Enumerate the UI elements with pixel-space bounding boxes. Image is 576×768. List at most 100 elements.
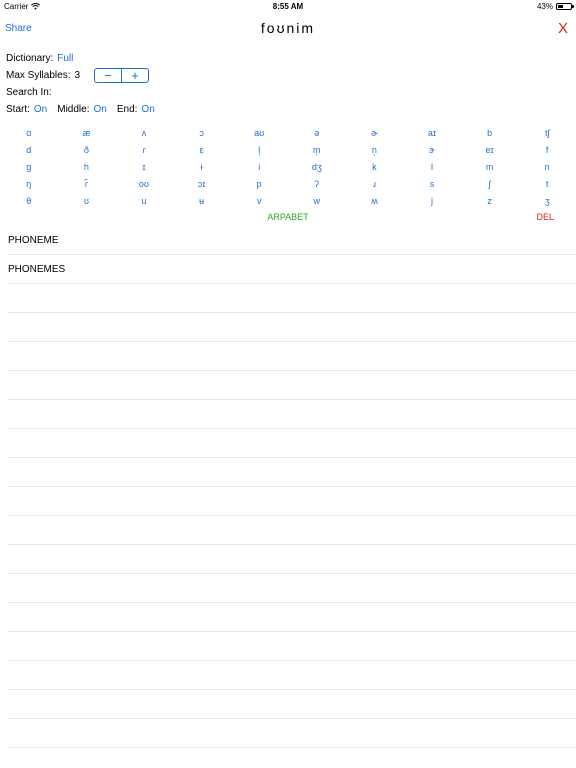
phoneme-key[interactable]: z (461, 196, 519, 206)
start-toggle[interactable]: On (34, 104, 47, 115)
result-row[interactable] (8, 574, 576, 603)
result-row[interactable] (8, 516, 576, 545)
phoneme-key[interactable]: ʌ (115, 128, 173, 138)
result-row[interactable] (8, 458, 576, 487)
result-word: PHONEME (8, 234, 59, 246)
phoneme-key[interactable]: dʒ (288, 162, 346, 172)
result-row[interactable] (8, 429, 576, 458)
phoneme-key[interactable]: ɨ (173, 162, 231, 172)
phoneme-key[interactable]: ə (288, 128, 346, 138)
status-bar: Carrier 8:55 AM 43% (0, 0, 576, 14)
phoneme-key[interactable]: v (230, 196, 288, 206)
phoneme-key[interactable]: n̩ (346, 145, 404, 155)
phoneme-key[interactable]: d (0, 145, 58, 155)
phoneme-key[interactable]: ʍ (346, 196, 404, 206)
result-row[interactable] (8, 400, 576, 429)
phoneme-key[interactable]: p (230, 179, 288, 189)
dictionary-selector[interactable]: Full (57, 53, 73, 64)
middle-toggle[interactable]: On (94, 104, 107, 115)
phoneme-key[interactable]: l (403, 162, 461, 172)
dictionary-row: Dictionary: Full (6, 50, 155, 67)
phoneme-key[interactable]: n (518, 162, 576, 172)
phoneme-key[interactable]: ŋ (0, 179, 58, 189)
result-row[interactable] (8, 719, 576, 748)
phoneme-key[interactable]: ʉ (173, 196, 231, 206)
phoneme-key[interactable]: ɛ (173, 145, 231, 155)
phoneme-key[interactable]: b (461, 128, 519, 138)
result-row[interactable] (8, 690, 576, 719)
result-row[interactable] (8, 371, 576, 400)
phoneme-key[interactable]: ɪ (115, 162, 173, 172)
result-row[interactable] (8, 342, 576, 371)
phoneme-key[interactable]: ɑ (0, 128, 58, 138)
result-row[interactable] (8, 661, 576, 690)
phoneme-key[interactable]: l̩ (230, 145, 288, 155)
phoneme-key-row: g h ɪ ɨ i dʒ k l m n (0, 158, 576, 175)
phoneme-keyboard: ɑ æ ʌ ɔ aʊ ə ɚ aɪ b tʃ d ð ɾ ɛ l̩ m̩ n̩ ɝ eɪ f g h ɪ ɨ i dʒ k l m n ŋ ɾ… (0, 124, 576, 226)
phoneme-key[interactable]: u (115, 196, 173, 206)
end-label: End: (116, 104, 138, 115)
phoneme-key[interactable]: tʃ (518, 128, 576, 138)
status-right: 43% (537, 2, 574, 11)
result-row[interactable] (8, 487, 576, 516)
arpabet-button[interactable]: ARPABET (0, 212, 576, 222)
phoneme-key-rows: ɑ æ ʌ ɔ aʊ ə ɚ aɪ b tʃ d ð ɾ ɛ l̩ m̩ n̩ ɝ eɪ f g h ɪ ɨ i dʒ k l m n ŋ ɾ… (0, 124, 576, 209)
search-settings: Dictionary: Full Max Syllables: 3 − + Se… (6, 50, 155, 118)
phoneme-key[interactable]: aʊ (230, 128, 288, 138)
increment-button[interactable]: + (122, 68, 148, 83)
phoneme-key[interactable]: i (230, 162, 288, 172)
result-row[interactable]: PHONEMES (8, 255, 576, 284)
status-time: 8:55 AM (272, 2, 304, 11)
search-in-row: Search In: (6, 84, 155, 101)
close-button[interactable]: X (558, 20, 568, 37)
phoneme-key[interactable]: ʃ (461, 179, 519, 189)
result-row[interactable] (8, 313, 576, 342)
phoneme-key[interactable]: ɔɪ (173, 179, 231, 189)
phoneme-key[interactable]: aɪ (403, 128, 461, 138)
max-syllables-row: Max Syllables: 3 − + (6, 67, 155, 84)
phoneme-key[interactable]: s (403, 179, 461, 189)
phoneme-key[interactable]: m̩ (288, 145, 346, 155)
max-syllables-label: Max Syllables: (6, 70, 71, 81)
decrement-button[interactable]: − (95, 68, 123, 83)
phoneme-key[interactable]: ʒ (518, 196, 576, 206)
result-row[interactable] (8, 284, 576, 313)
phoneme-key[interactable]: ɔ (173, 128, 231, 138)
delete-button[interactable]: DEL (536, 212, 554, 222)
result-row[interactable] (8, 545, 576, 574)
page-title: foʊnim (260, 20, 316, 36)
phoneme-key[interactable]: t (518, 179, 576, 189)
phoneme-key[interactable]: ð (58, 145, 116, 155)
phoneme-key[interactable]: ʊ (58, 196, 116, 206)
phoneme-key[interactable]: ɚ (346, 128, 404, 138)
phoneme-key[interactable]: ɹ (346, 179, 404, 189)
search-in-label: Search In: (6, 87, 52, 98)
phoneme-key[interactable]: k (346, 162, 404, 172)
phoneme-key[interactable]: ɾ̃ (58, 179, 116, 189)
phoneme-key[interactable]: w (288, 196, 346, 206)
phoneme-key[interactable]: j (403, 196, 461, 206)
phoneme-key[interactable]: h (58, 162, 116, 172)
phoneme-key[interactable]: oʊ (115, 179, 173, 189)
phoneme-key[interactable]: θ (0, 196, 58, 206)
keyboard-actions-row: ARPABET DEL (0, 209, 576, 226)
phoneme-key[interactable]: g (0, 162, 58, 172)
phoneme-key[interactable]: æ (58, 128, 116, 138)
phoneme-key[interactable]: f (518, 145, 576, 155)
phoneme-key-row: d ð ɾ ɛ l̩ m̩ n̩ ɝ eɪ f (0, 141, 576, 158)
phoneme-key[interactable]: ʔ (288, 179, 346, 189)
max-syllables-stepper[interactable]: − + (94, 68, 150, 83)
phoneme-key[interactable]: ɾ (115, 145, 173, 155)
phoneme-key[interactable]: eɪ (461, 145, 519, 155)
result-row[interactable]: PHONEME (8, 226, 576, 255)
results-list: PHONEME PHONEMES (8, 226, 576, 748)
nav-bar: Share foʊnim X (0, 14, 576, 44)
result-row[interactable] (8, 632, 576, 661)
position-row: Start: On Middle: On End: On (6, 101, 155, 118)
end-toggle[interactable]: On (141, 104, 154, 115)
phoneme-key[interactable]: m (461, 162, 519, 172)
phoneme-key[interactable]: ɝ (403, 145, 461, 155)
phoneme-key-row: θʊuʉvwʍjzʒ (0, 192, 576, 209)
battery-icon (556, 3, 574, 10)
result-row[interactable] (8, 603, 576, 632)
